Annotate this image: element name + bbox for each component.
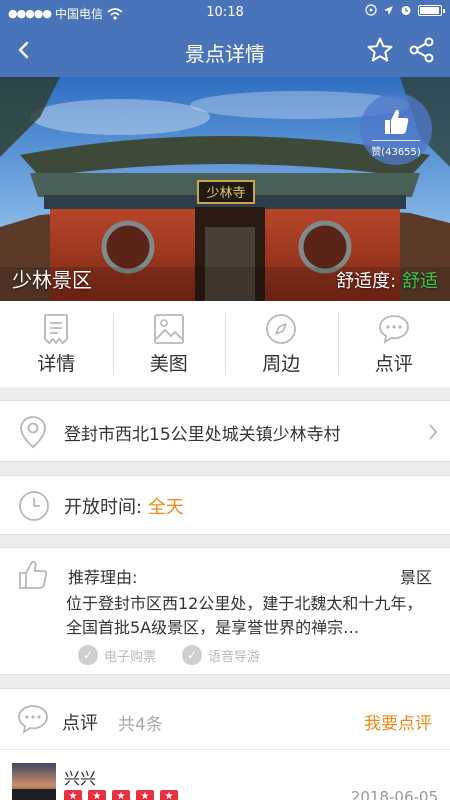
comfort-label: 舒适度: [336, 271, 397, 292]
recommend-card: 推荐理由: 景区 位于登封市区西12公里处，建于北魏太和十九年，全国首批5A级景… [0, 547, 450, 675]
share-button[interactable] [408, 36, 436, 64]
review-rating: ★ ★ ★ ★ ★ [64, 790, 178, 800]
lock-rotation-icon [365, 4, 377, 16]
tab-reviews[interactable]: 点评 [337, 301, 450, 387]
star-icon: ★ [88, 790, 106, 800]
avatar-image [12, 763, 56, 800]
reviews-title: 点评 [62, 713, 98, 734]
feature-list: ✓ 电子购票 ✓ 语音导游 [78, 645, 260, 665]
document-icon [44, 314, 69, 344]
compass-icon [266, 314, 297, 344]
nav-bar: 景点详情 [0, 25, 450, 77]
reviews-count: 共4条 [118, 715, 163, 735]
like-button[interactable]: 赞(43655) [360, 93, 432, 165]
star-icon: ★ [64, 790, 82, 800]
scenic-name: 少林景区 [12, 268, 92, 292]
feature-tabs: 详情 美图 周边 点评 [0, 301, 450, 387]
tab-details[interactable]: 详情 [0, 301, 113, 387]
star-icon: ★ [160, 790, 178, 800]
hero-photo[interactable]: 少林寺 赞(43655) 少林景区 舒适度: 舒适 [0, 77, 450, 301]
opening-hours: 开放时间: 全天 [64, 493, 184, 519]
thumbs-up-icon [19, 560, 48, 589]
location-pin-icon [20, 416, 46, 449]
location-icon [384, 5, 393, 15]
star-icon [367, 37, 393, 62]
feature-eticket: ✓ 电子购票 [78, 645, 156, 665]
comfort-level: 舒适度: 舒适 [336, 267, 438, 293]
review-date: 2018-06-05 [350, 788, 438, 800]
write-review-button[interactable]: 我要点评 [364, 709, 432, 734]
share-icon [409, 37, 434, 63]
opening-hours-label: 开放时间: [64, 497, 143, 518]
recommend-title: 推荐理由: [68, 568, 138, 587]
chat-icon [378, 315, 409, 344]
feature-label: 语音导游 [208, 649, 261, 665]
thumbs-up-icon [385, 109, 409, 134]
check-icon: ✓ [78, 645, 98, 665]
recommend-description: 位于登封市区西12公里处，建于北魏太和十九年，全国首批5A级景区，是享誉世界的禅… [66, 594, 423, 637]
tab-photos-label: 美图 [149, 353, 188, 375]
chat-icon [18, 705, 48, 734]
tab-reviews-label: 点评 [374, 353, 413, 375]
gate-plaque: 少林寺 [206, 186, 245, 201]
chevron-right-icon [429, 424, 438, 440]
feature-audio-guide: ✓ 语音导游 [182, 645, 260, 665]
battery-icon [418, 4, 445, 16]
status-bar: ●●●●● 中国电信 10:18 [0, 0, 450, 25]
star-icon: ★ [112, 790, 130, 800]
star-icon: ★ [136, 790, 154, 800]
tab-photos[interactable]: 美图 [112, 301, 226, 387]
like-count: 赞(43655) [371, 147, 421, 158]
avatar[interactable] [12, 763, 56, 800]
address-text: 登封市西北15公里处城关镇少林寺村 [64, 425, 341, 445]
divider [0, 749, 450, 750]
favorite-button[interactable] [366, 36, 394, 64]
tab-nearby-label: 周边 [262, 353, 301, 375]
clock-icon [19, 491, 49, 521]
comfort-value: 舒适 [402, 271, 438, 292]
recommend-type: 景区 [399, 568, 432, 587]
image-icon [153, 314, 184, 344]
alarm-icon [401, 6, 411, 15]
reviews-section: 点评 共4条 我要点评 兴兴 ★ ★ ★ ★ ★ 2018-06-05 [0, 688, 450, 800]
address-row[interactable]: 登封市西北15公里处城关镇少林寺村 [0, 400, 450, 462]
opening-hours-row: 开放时间: 全天 [0, 475, 450, 535]
feature-label: 电子购票 [104, 649, 157, 665]
check-icon: ✓ [182, 645, 203, 665]
system-icons [365, 4, 445, 16]
tab-nearby[interactable]: 周边 [225, 301, 338, 387]
review-username: 兴兴 [64, 769, 97, 788]
tab-details-label: 详情 [37, 353, 76, 375]
opening-hours-value: 全天 [147, 497, 184, 518]
